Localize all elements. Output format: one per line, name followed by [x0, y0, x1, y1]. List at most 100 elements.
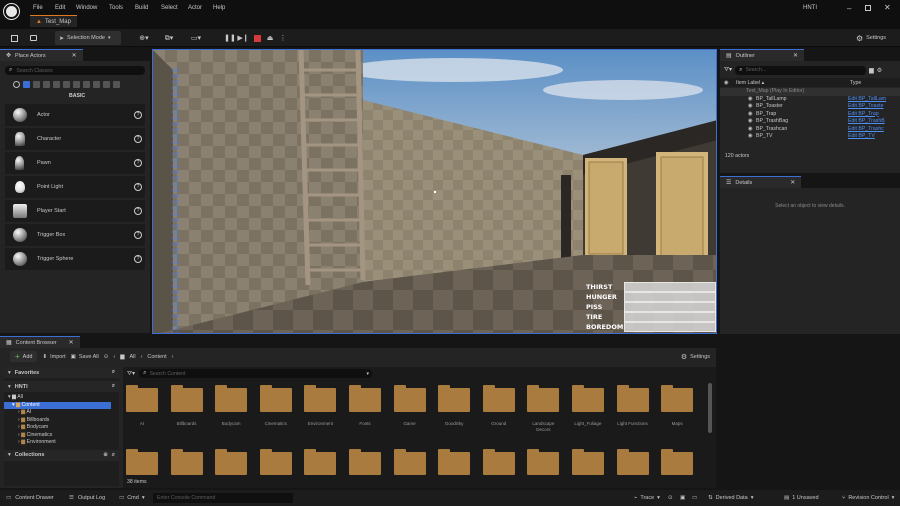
pause-icon[interactable]: ❚❚	[224, 31, 236, 45]
actor-item-actor[interactable]: Actor?	[5, 104, 145, 126]
search-icon[interactable]: ⌕	[112, 452, 115, 459]
tree-item-all[interactable]: ▾ ▆ All	[4, 394, 119, 402]
search-icon[interactable]: ⌕	[112, 383, 115, 390]
outliner-row-type[interactable]: Edit BP_TrashB	[848, 118, 891, 126]
folder-tile[interactable]	[215, 447, 248, 475]
help-icon[interactable]: ?	[134, 135, 142, 143]
toolbar-settings-button[interactable]: ⚙ Settings	[846, 31, 896, 45]
help-icon[interactable]: ?	[134, 255, 142, 263]
folder-tile[interactable]	[348, 447, 381, 475]
folder-tile[interactable]: GoodSky	[438, 383, 471, 447]
level-viewport[interactable]: 0.0 0.0 0.0 0.0 0.0 0.0 0.0 0.0 0.0 0.0 0.0 0.0 0.0 0…	[152, 49, 717, 334]
outliner-row[interactable]: ◉ BP_Trashcan Edit BP_Trashc	[720, 126, 900, 134]
more-categories-icon[interactable]	[113, 81, 120, 88]
menu-build[interactable]: Build	[135, 5, 161, 11]
actor-item-trigger-box[interactable]: Trigger Box?	[5, 224, 145, 246]
help-icon[interactable]: ?	[134, 183, 142, 191]
actor-item-point-light[interactable]: Point Light?	[5, 176, 145, 198]
basic-category-icon[interactable]	[23, 81, 30, 88]
all-classes-icon[interactable]	[93, 81, 100, 88]
actor-item-pawn[interactable]: Pawn?	[5, 152, 145, 174]
derived-data-button[interactable]: ⇅ Derived Data ▾	[708, 495, 770, 501]
outliner-row-type[interactable]: Edit BP_TallLam	[848, 96, 891, 104]
close-tab-icon[interactable]: ✕	[72, 52, 77, 59]
folder-tile[interactable]	[661, 447, 694, 475]
menu-window[interactable]: Window	[76, 5, 109, 11]
volumes-icon[interactable]	[83, 81, 90, 88]
cinematics-icon[interactable]: ▭▾	[187, 31, 205, 45]
unsaved-button[interactable]: ▤ 1 Unsaved	[784, 495, 834, 501]
folder-tile[interactable]	[393, 447, 426, 475]
folder-tile[interactable]	[482, 447, 515, 475]
cmd-dropdown[interactable]: ▭ Cmd ▾	[119, 495, 153, 501]
folder-tile[interactable]	[304, 447, 337, 475]
menu-file[interactable]: File	[33, 5, 55, 11]
details-tab[interactable]: ☰ Details ✕	[720, 176, 802, 188]
menu-select[interactable]: Select	[161, 5, 188, 11]
folder-tile[interactable]: Light Functions	[616, 383, 649, 447]
actor-item-character[interactable]: Character?	[5, 128, 145, 150]
project-header[interactable]: ▾ HNTI ⌕	[4, 381, 119, 392]
outliner-row[interactable]: ◉ BP_TrashBag Edit BP_TrashB	[720, 118, 900, 126]
folder-tile[interactable]: Fonts	[348, 383, 381, 447]
outliner-row-type[interactable]: Edit BP_Trap	[848, 111, 891, 119]
more-options-icon[interactable]: ⋮	[280, 31, 287, 45]
collections-header[interactable]: ▾ Collections ⊕ ⌕	[4, 449, 119, 461]
outliner-search-input[interactable]: ⌕ Search...	[735, 65, 867, 75]
settings-icon[interactable]: ⚙	[877, 67, 882, 74]
breadcrumb-all[interactable]: All	[129, 354, 135, 360]
folder-tile[interactable]: Bodycam	[215, 383, 248, 447]
content-search-input[interactable]: ⌕ Search Content ▾	[139, 369, 373, 378]
outliner-row[interactable]: ◉ BP_TallLamp Edit BP_TallLam	[720, 96, 900, 104]
outliner-root[interactable]: Test_Map (Play In Editor)	[720, 88, 900, 96]
outliner-row-type[interactable]: Edit BP_Trashc	[848, 126, 891, 134]
folder-tile[interactable]: Billboards	[170, 383, 203, 447]
actor-item-trigger-sphere[interactable]: Trigger Sphere?	[5, 248, 145, 270]
revision-control-button[interactable]: ⑂ Revision Control ▾	[842, 495, 894, 501]
folder-tile[interactable]: Landscape Decors	[527, 383, 560, 447]
add-collection-icon[interactable]: ⊕	[103, 452, 108, 458]
folder-tile[interactable]: AI	[126, 383, 158, 447]
output-log-button[interactable]: ☰ Output Log	[69, 495, 111, 501]
close-tab-icon[interactable]: ✕	[793, 52, 798, 59]
folder-tile[interactable]	[616, 447, 649, 475]
folder-tile[interactable]	[438, 447, 471, 475]
stop-icon[interactable]	[252, 31, 262, 45]
minimize-icon[interactable]: –	[847, 4, 851, 13]
search-icon[interactable]: ⌕	[112, 369, 115, 376]
save-icon[interactable]	[9, 31, 19, 45]
outliner-row[interactable]: ◉ BP_Trap Edit BP_Trap	[720, 111, 900, 119]
class-search-input[interactable]: ⌕ Search Classes	[5, 66, 145, 75]
back-icon[interactable]: ‹	[113, 354, 115, 360]
add-folder-icon[interactable]: ▆	[869, 67, 874, 74]
selection-mode-button[interactable]: ➤ Selection Mode ▾	[55, 31, 121, 45]
map-tab[interactable]: ▲ Test_Map	[30, 15, 77, 27]
folder-tile[interactable]: Maps	[661, 383, 694, 447]
help-icon[interactable]: ?	[134, 111, 142, 119]
lights-icon[interactable]	[33, 81, 40, 88]
outliner-tab[interactable]: ▤ Outliner ✕	[720, 49, 804, 61]
content-drawer-button[interactable]: ▭ Content Drawer	[6, 495, 61, 501]
save-all-button[interactable]: ▣ Save All	[71, 354, 99, 360]
folder-tile[interactable]	[571, 447, 604, 475]
camera-icon[interactable]: ▭	[692, 495, 702, 501]
tree-item-content[interactable]: ▾ ▆ Content	[4, 401, 111, 409]
skip-frame-icon[interactable]: ▶❙	[237, 31, 248, 45]
folder-tile[interactable]: Cinematics	[259, 383, 292, 447]
tree-item-billboards[interactable]: › ▆ Billboards	[4, 417, 119, 425]
history-icon[interactable]: ⊙	[104, 354, 109, 360]
tree-item-environment[interactable]: › ▆ Environment	[4, 439, 119, 447]
tree-item-cinematics[interactable]: › ▆ Cinematics	[4, 432, 119, 440]
maximize-icon[interactable]	[865, 5, 871, 11]
content-browser-tab[interactable]: ▦ Content Browser ✕	[0, 336, 80, 348]
geometry-icon[interactable]	[73, 81, 80, 88]
visual-effects-icon[interactable]	[63, 81, 70, 88]
favorites-header[interactable]: ▾ Favorites ⌕	[4, 367, 119, 378]
folder-tile[interactable]: Game	[393, 383, 426, 447]
filter-icon[interactable]: ⛛▾	[127, 370, 135, 378]
help-icon[interactable]: ?	[134, 159, 142, 167]
browse-icon[interactable]	[28, 31, 38, 45]
record-icon[interactable]: ⊙	[668, 495, 680, 501]
filter-icon[interactable]: ⛛▾	[724, 66, 732, 74]
menu-help[interactable]: Help	[213, 5, 225, 11]
